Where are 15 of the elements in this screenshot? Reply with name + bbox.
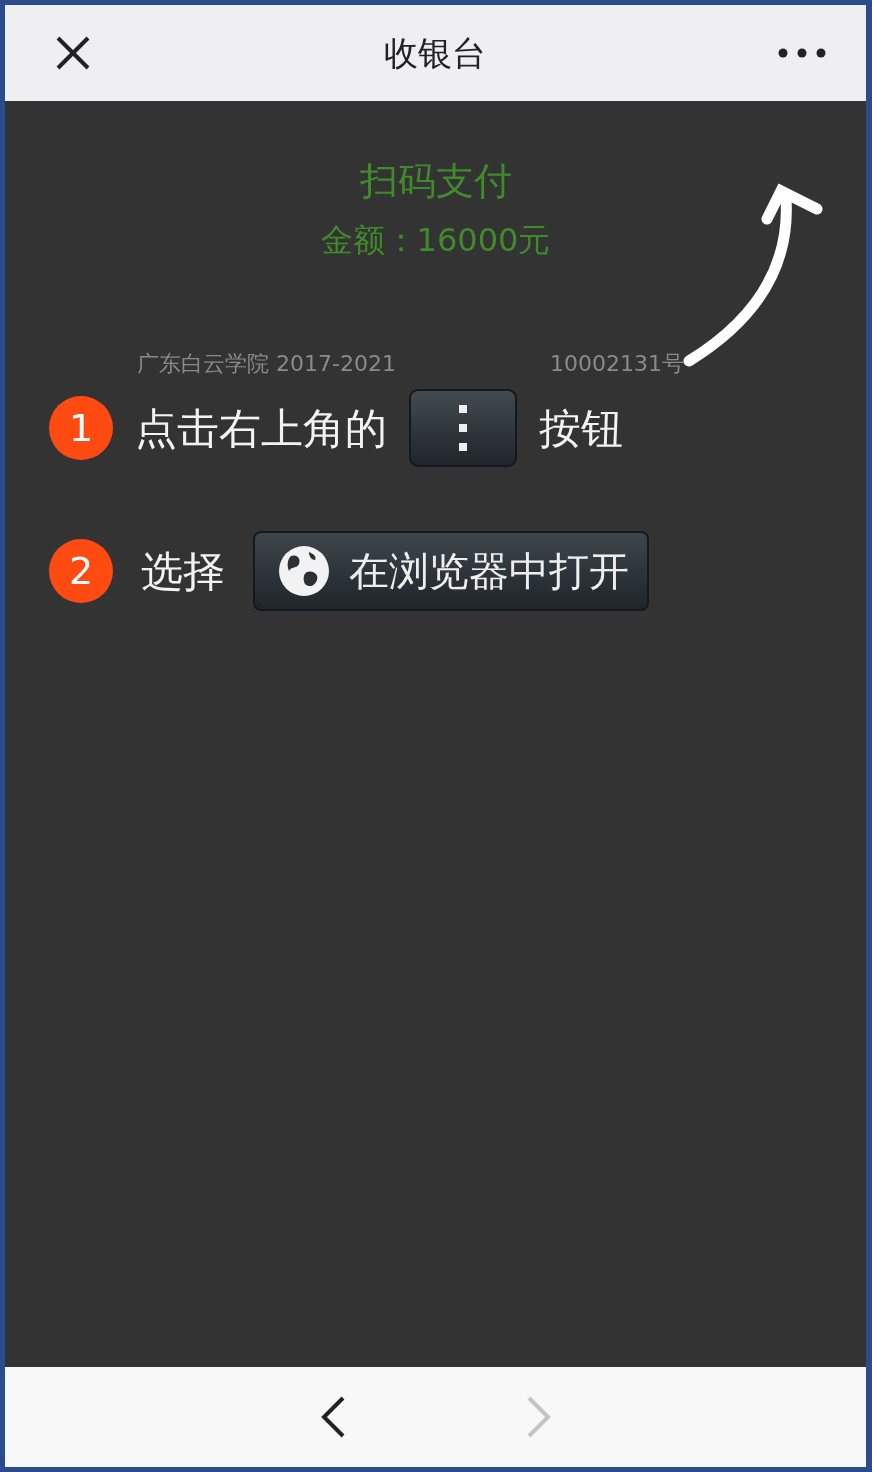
menu-button-icon <box>409 389 517 467</box>
instruction-text: 按钮 <box>539 402 623 455</box>
back-icon[interactable] <box>319 1395 346 1439</box>
more-icon[interactable] <box>778 48 826 58</box>
step-number: 1 <box>49 396 113 460</box>
step-number: 2 <box>49 539 113 603</box>
close-icon[interactable] <box>55 35 91 71</box>
page-title: 收银台 <box>383 31 486 75</box>
footer-text: 广东白云学院 2017-2021 <box>137 350 396 378</box>
footer-text: 10002131号 <box>550 350 684 378</box>
instruction-text: 点击右上角的 <box>135 402 387 455</box>
instruction-text: 选择 <box>141 545 225 598</box>
amount-text: 金额：16000元 <box>319 220 552 261</box>
globe-icon <box>277 544 331 598</box>
payment-heading: 扫码支付 <box>358 158 513 205</box>
